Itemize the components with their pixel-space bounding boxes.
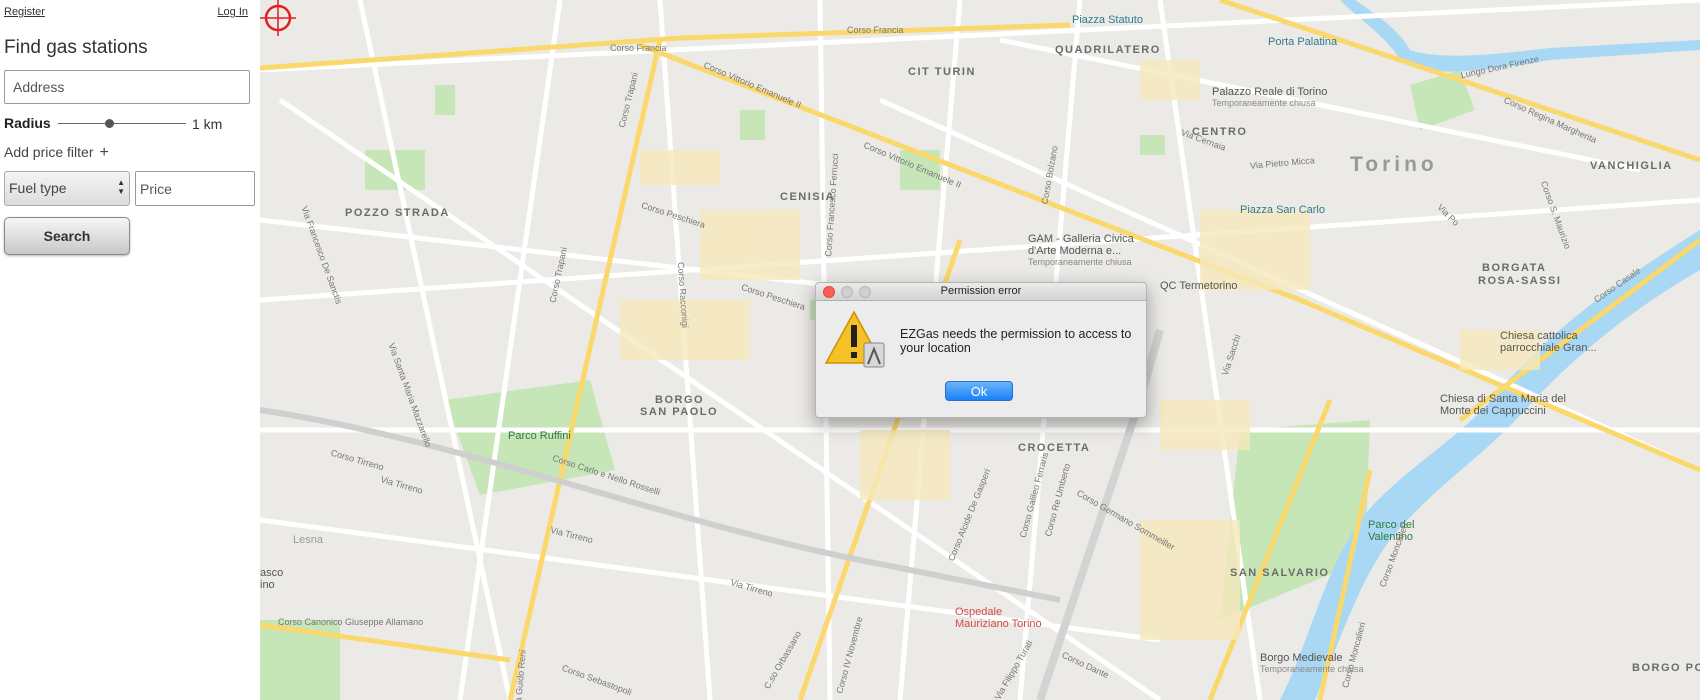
poi-piazza-san-carlo[interactable]: Piazza San Carlo bbox=[1240, 204, 1325, 216]
district-san-paolo: SAN PAOLO bbox=[640, 406, 719, 418]
add-price-filter-label: Add price filter bbox=[4, 144, 94, 160]
radius-label: Radius bbox=[4, 115, 51, 131]
minimize-icon[interactable] bbox=[841, 286, 853, 298]
add-price-filter[interactable]: Add price filter + bbox=[4, 144, 109, 162]
radius-slider-thumb[interactable] bbox=[104, 119, 114, 128]
radius-value: 1 km bbox=[192, 116, 223, 132]
price-input[interactable] bbox=[135, 171, 255, 206]
poi-piazza-statuto[interactable]: Piazza Statuto bbox=[1072, 14, 1143, 26]
district-vanchiglia: VANCHIGLIA bbox=[1590, 160, 1673, 172]
dialog-titlebar: Permission error bbox=[816, 283, 1146, 301]
fuel-type-value: Fuel type bbox=[9, 180, 67, 196]
poi-qc-termetorino[interactable]: QC Termetorino bbox=[1160, 280, 1237, 292]
park-ruffini[interactable]: Parco Ruffini bbox=[508, 430, 571, 442]
page-title: Find gas stations bbox=[4, 37, 148, 58]
district-pozzo-strada: POZZO STRADA bbox=[345, 207, 450, 219]
district-quadrilatero: QUADRILATERO bbox=[1055, 44, 1161, 56]
district-borgata: BORGATA bbox=[1482, 262, 1547, 274]
street-corso-francia: Corso Francia bbox=[610, 43, 667, 53]
top-nav: Register Log In bbox=[4, 6, 248, 18]
poi-chiesa-cappuccini[interactable]: Chiesa di Santa Maria del Monte dei Cappu… bbox=[1440, 393, 1566, 417]
poi-gam[interactable]: GAM - Galleria Civica d'Arte Moderna e...… bbox=[1028, 233, 1134, 267]
login-link[interactable]: Log In bbox=[217, 6, 248, 18]
poi-chiesa-cattolica[interactable]: Chiesa cattolica parrocchiale Gran... bbox=[1500, 330, 1597, 354]
close-icon[interactable] bbox=[823, 286, 835, 298]
locate-me-icon[interactable] bbox=[260, 0, 296, 36]
poi-palazzo-reale[interactable]: Palazzo Reale di Torino Temporaneamente c… bbox=[1212, 86, 1327, 108]
city-label: Torino bbox=[1350, 153, 1438, 176]
district-borgo-po: BORGO PO bbox=[1632, 662, 1700, 674]
district-cit-turin: CIT TURIN bbox=[908, 66, 976, 78]
permission-error-dialog: Permission error EZGas needs the permiss… bbox=[815, 282, 1147, 418]
radius-row: Radius 1 km bbox=[4, 115, 254, 133]
poi-ospedale[interactable]: Ospedale Mauriziano Torino bbox=[955, 606, 1042, 630]
poi-asco[interactable]: asco ino bbox=[260, 567, 283, 591]
street-corso-allamano: Corso Canonico Giuseppe Allamano bbox=[278, 617, 424, 627]
maximize-icon[interactable] bbox=[859, 286, 871, 298]
district-rosa-sassi: ROSA-SASSI bbox=[1478, 275, 1562, 287]
district-borgo: BORGO bbox=[655, 394, 705, 406]
address-input[interactable] bbox=[4, 70, 250, 104]
plus-icon[interactable]: + bbox=[99, 144, 108, 161]
poi-porta-palatina[interactable]: Porta Palatina bbox=[1268, 36, 1337, 48]
radius-slider-track[interactable] bbox=[58, 123, 186, 124]
search-sidebar: Register Log In Find gas stations Radius… bbox=[0, 0, 260, 700]
fuel-type-select[interactable]: Fuel type ▲ ▼ bbox=[4, 171, 130, 206]
district-crocetta: CROCETTA bbox=[1018, 442, 1091, 454]
register-link[interactable]: Register bbox=[4, 6, 45, 18]
dialog-message: EZGas needs the permission to access to … bbox=[900, 327, 1132, 355]
district-san-salvario: SAN SALVARIO bbox=[1230, 567, 1330, 579]
ok-button[interactable]: Ok bbox=[945, 381, 1013, 401]
warning-icon bbox=[824, 310, 885, 368]
street-corso-francia-2: Corso Francia bbox=[847, 25, 904, 35]
dialog-title: Permission error bbox=[940, 285, 1022, 297]
district-lesna: Lesna bbox=[293, 534, 323, 546]
select-arrows-icon: ▲ ▼ bbox=[117, 178, 125, 196]
search-button[interactable]: Search bbox=[4, 217, 130, 255]
